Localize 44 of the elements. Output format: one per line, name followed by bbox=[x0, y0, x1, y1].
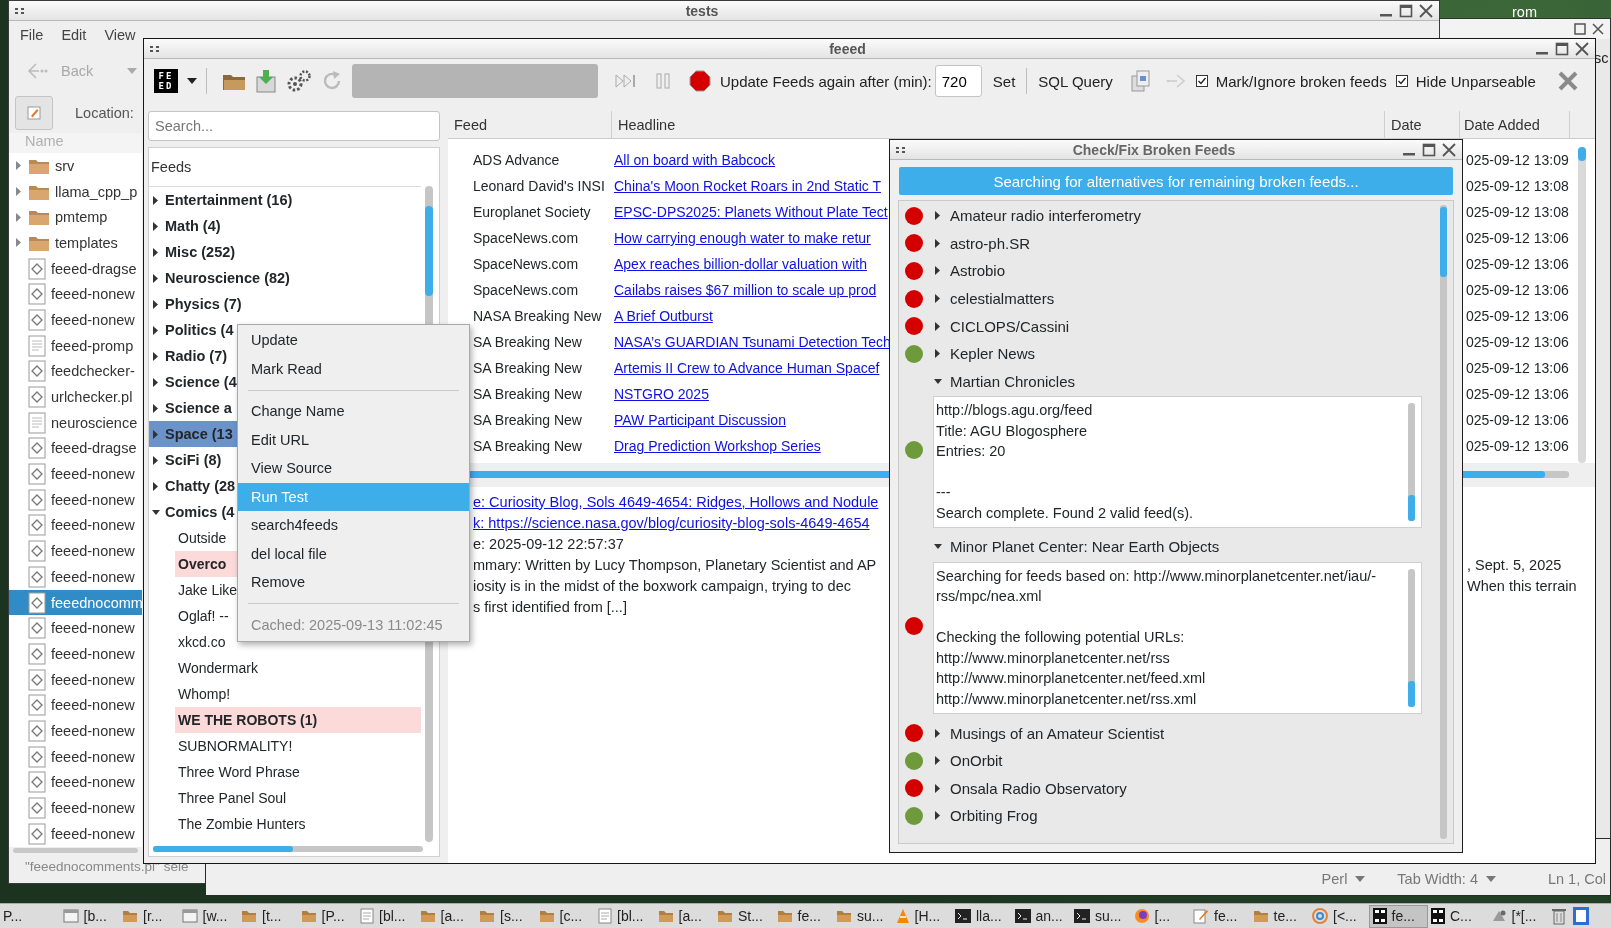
table-cell-text: 025-09-12 13:06 bbox=[1465, 360, 1570, 376]
result-text: Searching for feeds based on: http://www.minorplanetcenter.net/iau/-rss/mpc/nea.xml Checking the following potential URLs: http://www.minorplanetcenter.net/rss http://www.minorplanetcenter.net/feed.xml http://www.minorplanetcenter.net/rss.xml bbox=[935, 566, 1378, 709]
table-cell-text: 025-09-12 13:06 bbox=[1465, 256, 1570, 272]
details-text: s first identified from [...] bbox=[473, 598, 627, 615]
table-cell-text: ADS Advance bbox=[472, 152, 561, 168]
table-cell-text: NASA Breaking New bbox=[472, 308, 603, 324]
table-cell-text: 025-09-12 13:09 bbox=[1465, 152, 1570, 168]
desktop-label: rom bbox=[1512, 4, 1537, 20]
details-text: iosity is in the midst of the boxwork campaign, trying to dec bbox=[473, 577, 851, 594]
status-text: "feeednocomments.pl" sele bbox=[24, 858, 190, 874]
cache-info: Cached: 2025-09-13 11:02:45 bbox=[250, 615, 444, 635]
table-cell-text: 025-09-12 13:06 bbox=[1465, 230, 1570, 246]
interval-label: Update Feeds again after (min): bbox=[720, 72, 932, 90]
status-banner: Searching for alternatives for remaining broken feeds... bbox=[899, 167, 1453, 195]
table-cell-text: 025-09-12 13:06 bbox=[1465, 282, 1570, 298]
column-header: Name bbox=[9, 133, 142, 153]
details-text: When this terrain bbox=[1467, 577, 1577, 594]
result-text: http://blogs.agu.org/feed Title: AGU Blogosphere Entries: 20 --- Search complete. Found 2 valid feed(s). bbox=[935, 401, 1195, 523]
location-label: Location: bbox=[75, 105, 134, 121]
window-title: tests bbox=[685, 2, 719, 19]
table-cell-text: 025-09-12 13:06 bbox=[1465, 308, 1570, 324]
tree-header: Feeds bbox=[151, 159, 192, 175]
table-cell-text: Leonard David's INSI bbox=[472, 178, 606, 194]
table-cell-text: 025-09-12 13:06 bbox=[1465, 438, 1570, 454]
window-title: Check/Fix Broken Feeds bbox=[1072, 141, 1236, 158]
table-cell-text: 025-09-12 13:08 bbox=[1465, 178, 1570, 194]
table-cell-text: Europlanet Society bbox=[472, 204, 592, 220]
table-cell-text: 025-09-12 13:06 bbox=[1465, 412, 1570, 428]
details-text: mmary: Written by Lucy Thompson, Planetary Scientist and AP bbox=[473, 556, 877, 573]
window-title: feeed bbox=[829, 40, 866, 57]
table-cell-text: SpaceNews.com bbox=[472, 282, 580, 298]
cursor-position: Ln 1, Col bbox=[1547, 871, 1607, 887]
table-cell-text: 025-09-12 13:08 bbox=[1465, 204, 1570, 220]
table-cell-text: SA Breaking New bbox=[472, 360, 583, 376]
table-cell-text: SA Breaking New bbox=[472, 412, 583, 428]
details-text: e: 2025-09-12 22:57:37 bbox=[473, 535, 624, 552]
table-cell-text: SpaceNews.com bbox=[472, 256, 580, 272]
table-cell-text: 025-09-12 13:06 bbox=[1465, 386, 1570, 402]
table-cell-text: SA Breaking New bbox=[472, 386, 583, 402]
table-cell-text: SA Breaking New bbox=[472, 334, 583, 350]
table-cell-text: 025-09-12 13:06 bbox=[1465, 334, 1570, 350]
table-cell-text: SpaceNews.com bbox=[472, 230, 580, 246]
details-text: , Sept. 5, 2025 bbox=[1467, 556, 1562, 573]
table-cell-text: SA Breaking New bbox=[472, 438, 583, 454]
